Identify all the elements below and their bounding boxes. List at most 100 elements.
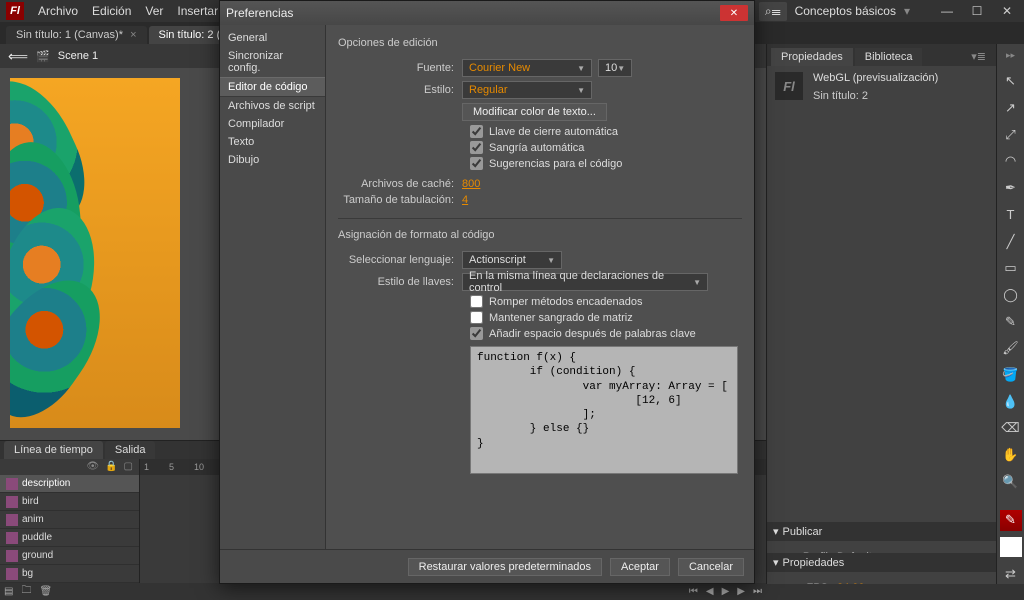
doc-tab-1[interactable]: Sin título: 1 (Canvas)* × xyxy=(6,26,147,44)
style-dropdown[interactable]: Regular▼ xyxy=(462,81,592,99)
pen-tool-icon[interactable]: ✒ xyxy=(1000,178,1022,199)
tab-timeline[interactable]: Línea de tiempo xyxy=(4,441,103,459)
tab-output[interactable]: Salida xyxy=(105,441,156,459)
fill-color-swatch[interactable] xyxy=(1000,537,1022,558)
pref-cat-compiler[interactable]: Compilador xyxy=(220,115,325,133)
keep-array-indent-checkbox[interactable] xyxy=(470,311,483,324)
goto-first-icon[interactable]: ⏮ xyxy=(689,586,698,597)
font-dropdown[interactable]: Courier New▼ xyxy=(462,59,592,77)
maximize-icon[interactable]: ☐ xyxy=(966,3,988,19)
lasso-tool-icon[interactable]: ◠ xyxy=(1000,151,1022,172)
layer-row[interactable]: bird xyxy=(0,493,139,511)
menu-insertar[interactable]: Insertar xyxy=(177,4,218,18)
play-icon[interactable]: ▶ xyxy=(722,586,730,597)
preferences-dialog: Preferencias ✕ General Sincronizar confi… xyxy=(219,0,755,584)
section-propiedades[interactable]: ▾Propiedades xyxy=(767,553,996,572)
layer-row[interactable]: anim xyxy=(0,511,139,529)
lock-icon[interactable]: 🔒 xyxy=(105,461,117,473)
paint-bucket-tool-icon[interactable]: 🪣 xyxy=(1000,365,1022,386)
line-tool-icon[interactable]: ╱ xyxy=(1000,231,1022,252)
auto-close-brace-checkbox[interactable] xyxy=(470,125,483,138)
free-transform-tool-icon[interactable]: ⤢ xyxy=(1000,124,1022,145)
format-title: Asignación de formato al código xyxy=(338,229,742,241)
outline-icon[interactable]: ▢ xyxy=(124,461,133,473)
pref-cat-script-files[interactable]: Archivos de script xyxy=(220,97,325,115)
new-layer-icon[interactable]: ▤ xyxy=(4,586,13,597)
language-label: Seleccionar lenguaje: xyxy=(338,254,462,266)
pencil-tool-icon[interactable]: ✎ xyxy=(1000,311,1022,332)
dialog-titlebar[interactable]: Preferencias ✕ xyxy=(220,1,754,25)
doc-type: WebGL (previsualización) xyxy=(813,72,938,84)
visibility-icon[interactable]: 👁 xyxy=(86,461,99,473)
layer-row[interactable]: description xyxy=(0,475,139,493)
selection-tool-icon[interactable]: ↖ xyxy=(1000,71,1022,92)
new-folder-icon[interactable]: 🗀 xyxy=(21,583,31,600)
section-publicar[interactable]: ▾Publicar xyxy=(767,522,996,541)
font-size-dropdown[interactable]: 10▼ xyxy=(598,59,632,77)
auto-indent-checkbox[interactable] xyxy=(470,141,483,154)
dialog-title: Preferencias xyxy=(226,6,293,20)
doc-name: Sin título: 2 xyxy=(813,90,938,102)
modify-text-color-button[interactable]: Modificar color de texto... xyxy=(462,103,607,121)
cancel-button[interactable]: Cancelar xyxy=(678,558,744,576)
toolstrip-collapse-icon[interactable]: ▸▸ xyxy=(1006,50,1015,61)
dialog-sidebar: General Sincronizar config. Editor de có… xyxy=(220,25,326,549)
goto-last-icon[interactable]: ⏭ xyxy=(753,586,762,597)
workspace-switcher-icon[interactable]: ⌕☰ xyxy=(759,2,787,21)
pref-cat-general[interactable]: General xyxy=(220,29,325,47)
scene-label[interactable]: Scene 1 xyxy=(58,50,98,62)
cache-files-value[interactable]: 800 xyxy=(462,178,480,190)
language-dropdown[interactable]: Actionscript▼ xyxy=(462,251,562,269)
rectangle-tool-icon[interactable]: ▭ xyxy=(1000,258,1022,279)
tab-propiedades[interactable]: Propiedades xyxy=(771,48,853,66)
pref-cat-text[interactable]: Texto xyxy=(220,133,325,151)
zoom-tool-icon[interactable]: 🔍 xyxy=(1000,472,1022,493)
menu-ver[interactable]: Ver xyxy=(145,4,163,18)
menu-edicion[interactable]: Edición xyxy=(92,4,131,18)
break-chained-checkbox[interactable] xyxy=(470,295,483,308)
pref-cat-drawing[interactable]: Dibujo xyxy=(220,151,325,169)
eyedropper-tool-icon[interactable]: 💧 xyxy=(1000,391,1022,412)
hand-tool-icon[interactable]: ✋ xyxy=(1000,445,1022,466)
step-back-icon[interactable]: ◀ xyxy=(706,586,714,597)
code-hints-checkbox[interactable] xyxy=(470,157,483,170)
pref-cat-sync[interactable]: Sincronizar config. xyxy=(220,47,325,77)
space-after-keyword-checkbox[interactable] xyxy=(470,327,483,340)
tab-size-value[interactable]: 4 xyxy=(462,194,468,206)
disclosure-icon: ▾ xyxy=(773,556,779,569)
subselection-tool-icon[interactable]: ↗ xyxy=(1000,98,1022,119)
app-logo: Fl xyxy=(6,2,24,20)
space-after-keyword-label: Añadir espacio después de palabras clave xyxy=(489,328,696,340)
minimize-icon[interactable]: — xyxy=(936,3,958,19)
delete-layer-icon[interactable]: 🗑 xyxy=(39,586,52,597)
brace-style-label: Estilo de llaves: xyxy=(338,276,462,288)
close-tab-icon[interactable]: × xyxy=(130,29,136,41)
ok-button[interactable]: Aceptar xyxy=(610,558,670,576)
step-fwd-icon[interactable]: ▶ xyxy=(737,586,745,597)
stage[interactable] xyxy=(10,78,180,428)
stroke-color-swatch[interactable]: ✎ xyxy=(1000,510,1022,531)
menu-archivo[interactable]: Archivo xyxy=(38,4,78,18)
panel-menu-icon[interactable]: ▾≣ xyxy=(965,47,992,66)
scene-clip-icon: 🎬 xyxy=(36,50,50,63)
layer-row[interactable]: ground xyxy=(0,547,139,565)
swap-colors-icon[interactable]: ⇄ xyxy=(1000,563,1022,584)
pref-cat-code-editor[interactable]: Editor de código xyxy=(220,77,325,97)
scene-back-icon[interactable]: ⟸ xyxy=(8,48,28,65)
restore-defaults-button[interactable]: Restaurar valores predeterminados xyxy=(408,558,602,576)
disclosure-icon: ▾ xyxy=(773,525,779,538)
document-icon: Fl xyxy=(775,72,803,100)
close-window-icon[interactable]: ✕ xyxy=(996,3,1018,19)
keep-array-indent-label: Mantener sangrado de matriz xyxy=(489,312,633,324)
layer-row[interactable]: puddle xyxy=(0,529,139,547)
layer-row[interactable]: bg xyxy=(0,565,139,583)
brush-tool-icon[interactable]: 🖌 xyxy=(1000,338,1022,359)
dialog-close-button[interactable]: ✕ xyxy=(720,5,748,21)
tab-biblioteca[interactable]: Biblioteca xyxy=(855,48,923,66)
auto-indent-label: Sangría automática xyxy=(489,142,584,154)
oval-tool-icon[interactable]: ◯ xyxy=(1000,285,1022,306)
text-tool-icon[interactable]: T xyxy=(1000,205,1022,226)
workspace-label[interactable]: Conceptos básicos xyxy=(795,4,896,18)
brace-style-dropdown[interactable]: En la misma línea que declaraciones de c… xyxy=(462,273,708,291)
eraser-tool-icon[interactable]: ⌫ xyxy=(1000,418,1022,439)
